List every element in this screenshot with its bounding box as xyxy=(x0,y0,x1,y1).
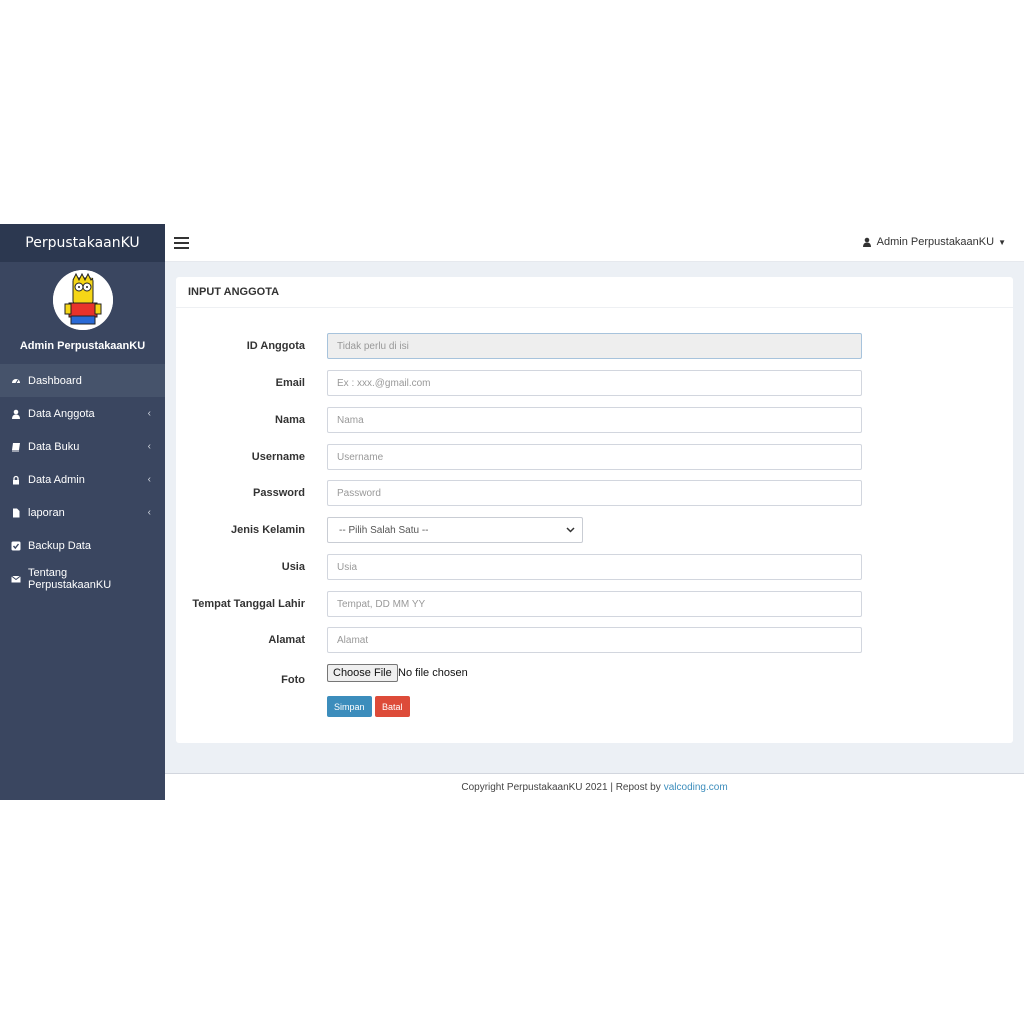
username-input[interactable] xyxy=(327,444,862,470)
sidebar-item-dashboard[interactable]: Dashboard xyxy=(0,364,165,397)
sidebar-item-label: Tentang PerpustakaanKU xyxy=(28,566,112,591)
id-anggota-label: ID Anggota xyxy=(246,340,305,352)
alamat-label: Alamat xyxy=(268,634,305,646)
email-label: Email xyxy=(275,377,305,389)
caret-down-icon: ▼ xyxy=(998,237,1006,247)
sidebar-item-label: Data Buku xyxy=(28,440,80,453)
username-label: Username xyxy=(251,451,305,463)
jenis-kelamin-label: Jenis Kelamin xyxy=(231,524,305,536)
chevron-left-icon: ‹ xyxy=(147,507,151,518)
topbar: Admin PerpustakaanKU ▼ xyxy=(165,224,1024,262)
cancel-button[interactable]: Batal xyxy=(375,696,410,717)
file-icon xyxy=(11,508,21,518)
sidebar-item-backup-data[interactable]: Backup Data xyxy=(0,529,165,562)
chevron-left-icon: ‹ xyxy=(147,408,151,419)
alamat-input[interactable] xyxy=(327,627,862,653)
hamburger-menu-icon[interactable] xyxy=(174,237,189,249)
choose-file-button[interactable]: Choose File xyxy=(327,664,398,682)
user-icon xyxy=(11,409,21,419)
sidebar-item-laporan[interactable]: laporan ‹ xyxy=(0,496,165,529)
sidebar-item-tentang[interactable]: Tentang PerpustakaanKU xyxy=(0,562,165,595)
sidebar-item-data-admin[interactable]: Data Admin ‹ xyxy=(0,463,165,496)
foto-label: Foto xyxy=(281,674,305,686)
footer: Copyright PerpustakaanKU 2021 | Repost b… xyxy=(165,773,1024,800)
sidebar-item-label: Dashboard xyxy=(28,374,82,387)
nama-label: Nama xyxy=(275,414,305,426)
form-row-usia: Usia xyxy=(176,554,1013,580)
brand-logo[interactable]: PerpustakaanKU xyxy=(0,224,165,262)
dashboard-icon xyxy=(11,376,21,386)
form-row-nama: Nama xyxy=(176,407,1013,433)
chevron-down-icon xyxy=(566,525,575,536)
form-row-username: Username xyxy=(176,444,1013,470)
save-button[interactable]: Simpan xyxy=(327,696,372,717)
sidebar-item-label: Data Anggota xyxy=(28,407,95,420)
form-row-id-anggota: ID Anggota xyxy=(176,333,1013,359)
envelope-icon xyxy=(11,574,21,584)
form-row-password: Password xyxy=(176,480,1013,506)
nama-input[interactable] xyxy=(327,407,862,433)
footer-link[interactable]: valcoding.com xyxy=(664,782,728,793)
chevron-left-icon: ‹ xyxy=(147,441,151,452)
user-dropdown-label: Admin PerpustakaanKU xyxy=(876,236,995,248)
usia-label: Usia xyxy=(281,561,305,573)
form-actions: Simpan Batal xyxy=(176,696,1013,722)
sidebar: PerpustakaanKU Admin PerpustakaanKU Dash… xyxy=(0,224,165,800)
form-row-email: Email xyxy=(176,370,1013,396)
sidebar-item-label: Data Admin xyxy=(28,473,85,486)
jenis-kelamin-selected: -- Pilih Salah Satu -- xyxy=(339,524,429,536)
lock-icon xyxy=(11,475,21,485)
email-input[interactable] xyxy=(327,370,862,396)
user-icon xyxy=(862,237,871,247)
avatar xyxy=(52,270,113,330)
sidebar-item-data-buku[interactable]: Data Buku ‹ xyxy=(0,430,165,463)
form-row-jenis-kelamin: Jenis Kelamin -- Pilih Salah Satu -- xyxy=(176,517,1013,543)
form-row-alamat: Alamat xyxy=(176,627,1013,653)
user-panel: Admin PerpustakaanKU xyxy=(0,262,165,364)
check-square-icon xyxy=(11,541,21,551)
form-row-ttl: Tempat Tanggal Lahir xyxy=(176,591,1013,617)
sidebar-item-label: Backup Data xyxy=(28,539,91,552)
sidebar-item-label: laporan xyxy=(28,506,65,519)
card-title: INPUT ANGGOTA xyxy=(176,277,1013,308)
form-row-foto: Foto Choose File No file chosen xyxy=(176,664,1013,690)
password-label: Password xyxy=(253,487,305,499)
user-dropdown[interactable]: Admin PerpustakaanKU ▼ xyxy=(862,236,1006,248)
password-input[interactable] xyxy=(327,480,862,506)
id-anggota-input xyxy=(327,333,862,359)
sidebar-user-name: Admin PerpustakaanKU xyxy=(19,340,146,352)
ttl-input[interactable] xyxy=(327,591,862,617)
footer-copyright: Copyright PerpustakaanKU 2021 | Repost b… xyxy=(461,781,661,793)
ttl-label: Tempat Tanggal Lahir xyxy=(192,598,305,610)
file-status-text: No file chosen xyxy=(398,667,468,679)
chevron-left-icon: ‹ xyxy=(147,474,151,485)
jenis-kelamin-select[interactable]: -- Pilih Salah Satu -- xyxy=(327,517,583,543)
input-anggota-card: INPUT ANGGOTA ID Anggota Email Nama User… xyxy=(176,277,1013,743)
app-shell: PerpustakaanKU Admin PerpustakaanKU Dash… xyxy=(0,224,1024,800)
book-icon xyxy=(11,442,21,452)
sidebar-item-data-anggota[interactable]: Data Anggota ‹ xyxy=(0,397,165,430)
usia-input[interactable] xyxy=(327,554,862,580)
sidebar-menu: Dashboard Data Anggota ‹ Data Buku ‹ Dat… xyxy=(0,364,165,595)
